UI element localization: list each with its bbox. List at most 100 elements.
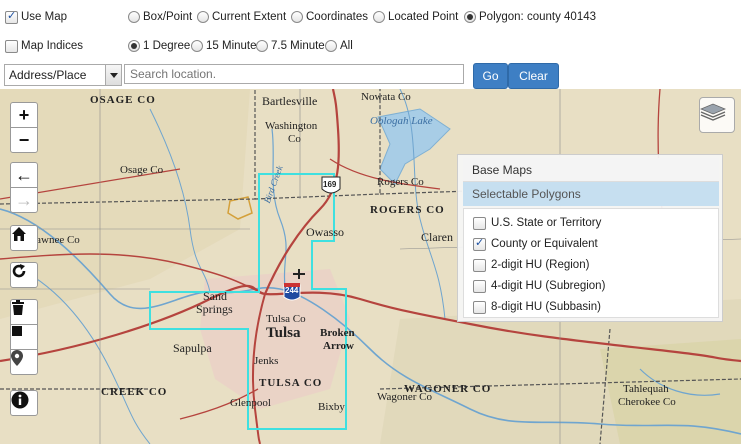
county-layer-label: County or Equivalent — [491, 238, 598, 250]
label-us-route-169: 169 — [323, 180, 337, 189]
label-wagoner-co: Wagoner Co — [377, 391, 433, 403]
state-layer-checkbox[interactable] — [473, 216, 486, 230]
use-map-label: Use Map — [21, 11, 68, 23]
base-maps-tab[interactable]: Base Maps — [463, 158, 719, 182]
current-extent-label: Current Extent — [212, 11, 287, 23]
one-degree-option[interactable]: 1 Degree — [128, 35, 190, 57]
delete-button[interactable] — [10, 299, 38, 325]
located-point-radio[interactable] — [373, 11, 385, 23]
selectable-polygons-tab[interactable]: Selectable Polygons — [463, 182, 719, 206]
use-map-option[interactable]: Use Map — [5, 6, 67, 28]
layers-toggle-button[interactable] — [699, 97, 735, 133]
seven-half-minute-radio[interactable] — [256, 40, 268, 52]
label-sand-springs-2: Springs — [196, 302, 233, 316]
label-jenks: Jenks — [254, 355, 279, 367]
polygon-layer-item[interactable]: County or Equivalent — [473, 234, 598, 254]
home-button[interactable] — [10, 225, 38, 251]
current-extent-option[interactable]: Current Extent — [197, 6, 286, 28]
map-pin-icon — [11, 350, 23, 366]
label-tulsa: Tulsa — [266, 325, 301, 341]
search-type-select[interactable]: Address/Place — [4, 64, 122, 86]
polygon-layer-item[interactable]: 4-digit HU (Subregion) — [473, 276, 605, 296]
label-tulsa-co-caps: TULSA CO — [259, 377, 323, 389]
zoom-in-button[interactable]: + — [10, 102, 38, 128]
polygon-layer-item[interactable]: 8-digit HU (Subbasin) — [473, 297, 601, 317]
label-oologah-lake: Oologah Lake — [370, 115, 433, 127]
label-sapulpa: Sapulpa — [173, 341, 212, 355]
label-glenpool: Glenpool — [230, 397, 271, 409]
label-tulsa-co: Tulsa Co — [266, 313, 306, 325]
trash-icon — [12, 300, 24, 315]
label-bixby: Bixby — [318, 401, 345, 413]
county-layer-checkbox[interactable] — [473, 236, 486, 251]
map-indices-option[interactable]: Map Indices — [5, 35, 83, 57]
go-button[interactable]: Go — [473, 63, 508, 89]
seven-half-minute-label: 7.5 Minute — [271, 40, 325, 52]
back-extent-button[interactable]: ← — [10, 162, 38, 188]
label-washington-co-2: Co — [288, 133, 301, 145]
hu4-layer-label: 4-digit HU (Subregion) — [491, 280, 606, 292]
info-icon — [11, 391, 29, 409]
layer-panel: Base Maps Selectable Polygons U.S. State… — [457, 154, 723, 322]
draw-point-button[interactable] — [10, 349, 38, 375]
label-rogers-co: Rogers Co — [377, 176, 424, 188]
one-degree-label: 1 Degree — [143, 40, 191, 52]
square-icon — [12, 326, 22, 336]
label-cherokee-co: Cherokee Co — [618, 396, 676, 408]
zoom-out-button[interactable]: − — [10, 127, 38, 153]
label-osage-co: OSAGE CO — [90, 94, 156, 106]
label-osage-co-2: Osage Co — [120, 164, 164, 176]
located-point-label: Located Point — [388, 11, 459, 23]
fifteen-minute-label: 15 Minute — [206, 40, 257, 52]
draw-box-button[interactable] — [10, 324, 38, 350]
seven-half-minute-option[interactable]: 7.5 Minute — [256, 35, 325, 57]
map-indices-checkbox[interactable] — [5, 39, 18, 53]
box-point-label: Box/Point — [143, 11, 193, 23]
state-layer-label: U.S. State or Territory — [491, 217, 602, 229]
located-point-option[interactable]: Located Point — [373, 6, 458, 28]
home-icon — [12, 227, 26, 241]
hu8-layer-checkbox[interactable] — [473, 300, 486, 314]
all-radio[interactable] — [325, 40, 337, 52]
label-rogers-co-caps: ROGERS CO — [370, 204, 445, 216]
one-degree-radio[interactable] — [128, 40, 140, 52]
polygon-label: Polygon: county 40143 — [479, 11, 597, 23]
polygon-radio[interactable] — [464, 11, 476, 23]
box-point-radio[interactable] — [128, 11, 140, 23]
all-option[interactable]: All — [325, 35, 353, 57]
label-broken-arrow-1: Broken — [320, 327, 355, 339]
use-map-checkbox[interactable] — [5, 9, 18, 24]
info-button[interactable] — [10, 390, 38, 416]
polygon-option[interactable]: Polygon: county 40143 — [464, 6, 596, 28]
label-broken-arrow-2: Arrow — [323, 340, 354, 352]
map-view[interactable]: OSAGE CO Bartlesville Washington Co Nowa… — [0, 89, 741, 444]
coordinates-label: Coordinates — [306, 11, 369, 23]
label-interstate-244: 244 — [285, 286, 299, 295]
clear-button[interactable]: Clear — [508, 63, 559, 89]
all-label: All — [340, 40, 353, 52]
hu2-layer-label: 2-digit HU (Region) — [491, 259, 590, 271]
coordinates-radio[interactable] — [291, 11, 303, 23]
map-indices-label: Map Indices — [21, 40, 84, 52]
fifteen-minute-radio[interactable] — [191, 40, 203, 52]
coordinates-option[interactable]: Coordinates — [291, 6, 368, 28]
label-bird-creek: Bird Creek — [262, 164, 285, 205]
refresh-button[interactable] — [10, 262, 38, 288]
label-washington-co: Washington — [265, 120, 318, 132]
polygon-layer-item[interactable]: 2-digit HU (Region) — [473, 255, 589, 275]
forward-extent-button[interactable]: → — [10, 187, 38, 213]
hu4-layer-checkbox[interactable] — [473, 279, 486, 293]
layers-icon — [700, 103, 726, 121]
refresh-icon — [12, 264, 26, 278]
label-claremore: Claren — [421, 230, 453, 244]
search-input[interactable] — [124, 64, 464, 84]
polygon-layer-item[interactable]: U.S. State or Territory — [473, 213, 601, 233]
hu2-layer-checkbox[interactable] — [473, 258, 486, 272]
label-bartlesville: Bartlesville — [262, 94, 318, 108]
current-extent-radio[interactable] — [197, 11, 209, 23]
hu8-layer-label: 8-digit HU (Subbasin) — [491, 301, 601, 313]
fifteen-minute-option[interactable]: 15 Minute — [191, 35, 257, 57]
label-nowata-co: Nowata Co — [361, 91, 411, 103]
box-point-option[interactable]: Box/Point — [128, 6, 192, 28]
chevron-down-icon[interactable] — [105, 65, 121, 85]
